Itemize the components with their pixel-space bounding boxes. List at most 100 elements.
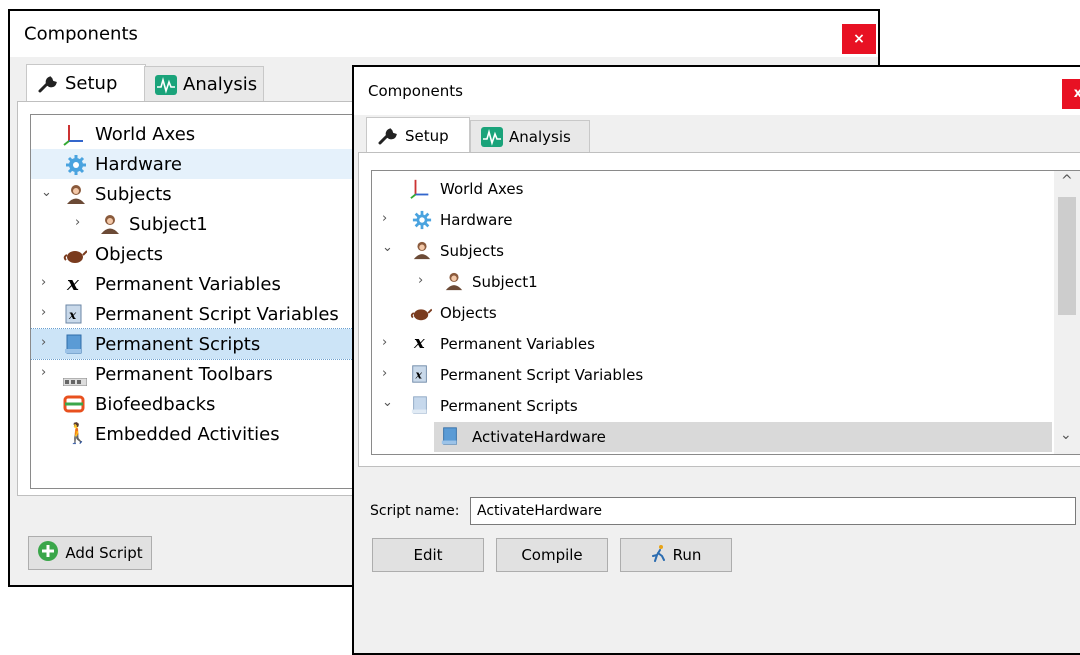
wrench-icon: [377, 126, 399, 146]
edit-button[interactable]: Edit: [372, 538, 484, 572]
svg-text:x: x: [414, 369, 422, 382]
tab-analysis[interactable]: Analysis: [144, 66, 264, 102]
script-icon: [410, 395, 430, 419]
tab-label: Setup: [65, 73, 118, 94]
tree-item-label: Permanent Variables: [440, 335, 595, 353]
window-title: Components: [24, 23, 138, 45]
tab-setup[interactable]: Setup: [26, 64, 146, 102]
script-variable-icon: x: [410, 364, 430, 388]
axes-icon: [410, 178, 432, 204]
tree-item-label: World Axes: [440, 180, 524, 198]
variable-x-icon: x: [414, 332, 425, 353]
chevron-down-icon[interactable]: ⌄: [382, 395, 393, 410]
scrollbar-thumb[interactable]: [1058, 197, 1076, 315]
plus-icon: [37, 540, 59, 566]
axes-icon: [63, 123, 87, 152]
tree-item-label: Hardware: [95, 153, 182, 175]
tree-item-objects[interactable]: Objects: [372, 298, 1080, 328]
script-icon: [440, 426, 460, 450]
tree-item-label: Permanent Scripts: [95, 333, 261, 355]
chevron-right-icon[interactable]: ›: [41, 365, 46, 380]
chevron-right-icon[interactable]: ›: [41, 335, 46, 350]
tree-item-permanent-scripts[interactable]: ⌄ Permanent Scripts: [372, 391, 1080, 421]
tree-item-subjects[interactable]: ⌄ Subjects: [372, 236, 1080, 266]
tree-item-subject1[interactable]: › Subject1: [372, 267, 1080, 297]
tree-item-label: Objects: [95, 243, 164, 265]
add-script-button[interactable]: Add Script: [28, 536, 152, 570]
compile-button[interactable]: Compile: [496, 538, 608, 572]
tree-item-label: Permanent Script Variables: [95, 303, 339, 325]
tree-item-label: Permanent Variables: [95, 273, 281, 295]
tree-item-hardware[interactable]: › Hardware: [372, 205, 1080, 235]
chevron-right-icon[interactable]: ›: [41, 275, 46, 290]
tree-item-activatehardware[interactable]: ActivateHardware: [434, 422, 1052, 452]
script-name-label: Script name:: [370, 503, 460, 519]
scroll-down-icon[interactable]: ⌄: [1060, 427, 1072, 443]
tree-item-label: Embedded Activities: [95, 423, 280, 445]
chevron-right-icon[interactable]: ›: [418, 273, 423, 288]
tree-item-world-axes[interactable]: World Axes: [372, 174, 1080, 204]
teapot-icon: [63, 245, 88, 270]
title-bar[interactable]: Components ×: [10, 11, 878, 57]
window-title: Components: [368, 82, 463, 100]
tree-item-label: Subject1: [472, 273, 538, 291]
variable-x-icon: x: [67, 271, 79, 295]
tree-item-label: Subjects: [95, 183, 172, 205]
chevron-right-icon[interactable]: ›: [382, 335, 387, 350]
component-tree[interactable]: World Axes › Hardware ⌄ Subjects › Subje…: [371, 170, 1080, 455]
tree-item-label: Subjects: [440, 242, 504, 260]
chevron-down-icon[interactable]: ⌄: [382, 240, 393, 255]
tree-item-label: Permanent Script Variables: [440, 366, 644, 384]
run-button[interactable]: Run: [620, 538, 732, 572]
walking-person-icon: 🚶: [65, 421, 90, 445]
gear-icon: [412, 210, 432, 234]
button-label: Add Script: [65, 544, 143, 562]
person-icon: [444, 271, 464, 295]
running-person-icon: [651, 544, 667, 566]
person-icon: [99, 213, 121, 240]
wrench-icon: [37, 74, 59, 94]
toolbar-icon: [62, 370, 88, 391]
chevron-right-icon[interactable]: ›: [382, 211, 387, 226]
waveform-icon: [155, 74, 177, 95]
tree-item-label: World Axes: [95, 123, 196, 145]
chevron-right-icon[interactable]: ›: [75, 215, 80, 230]
tree-item-label: Biofeedbacks: [95, 393, 216, 415]
person-icon: [65, 183, 87, 210]
tree-item-permanent-variables[interactable]: › x Permanent Variables: [372, 329, 1080, 359]
script-name-input[interactable]: ActivateHardware: [470, 497, 1076, 525]
chevron-down-icon[interactable]: ⌄: [41, 185, 52, 200]
gear-icon: [65, 154, 87, 181]
title-bar[interactable]: Components x: [354, 67, 1080, 115]
setup-panel: World Axes › Hardware ⌄ Subjects › Subje…: [358, 152, 1080, 467]
tab-label: Analysis: [509, 128, 571, 146]
vertical-scrollbar[interactable]: ^ ⌄: [1054, 171, 1080, 454]
tab-analysis[interactable]: Analysis: [470, 120, 590, 153]
tab-setup[interactable]: Setup: [366, 117, 470, 153]
script-icon: [63, 333, 85, 360]
waveform-icon: [481, 127, 503, 147]
svg-text:x: x: [68, 308, 77, 322]
tree-item-label: Hardware: [440, 211, 513, 229]
close-button[interactable]: ×: [842, 24, 876, 54]
chevron-right-icon[interactable]: ›: [41, 305, 46, 320]
tree-item-label: Objects: [440, 304, 497, 322]
chevron-right-icon[interactable]: ›: [382, 366, 387, 381]
tab-label: Setup: [405, 126, 449, 145]
tree-item-label: Permanent Toolbars: [95, 363, 273, 385]
teapot-icon: [410, 304, 433, 326]
scroll-up-icon[interactable]: ^: [1061, 173, 1073, 189]
button-label: Edit: [413, 546, 443, 564]
tree-item-label: ActivateHardware: [472, 428, 606, 446]
tree-item-label: Subject1: [129, 213, 208, 235]
tab-label: Analysis: [183, 74, 258, 95]
feedback-loop-icon: [63, 393, 85, 420]
tree-item-permanent-script-variables[interactable]: › x Permanent Script Variables: [372, 360, 1080, 390]
components-window-front: Components x Setup Analysis World Axes ›: [352, 65, 1080, 655]
button-label: Compile: [521, 546, 583, 564]
close-button[interactable]: x: [1062, 79, 1080, 109]
person-icon: [412, 240, 432, 264]
script-variable-icon: x: [63, 303, 85, 330]
button-label: Run: [672, 546, 702, 564]
tree-item-label: Permanent Scripts: [440, 397, 578, 415]
